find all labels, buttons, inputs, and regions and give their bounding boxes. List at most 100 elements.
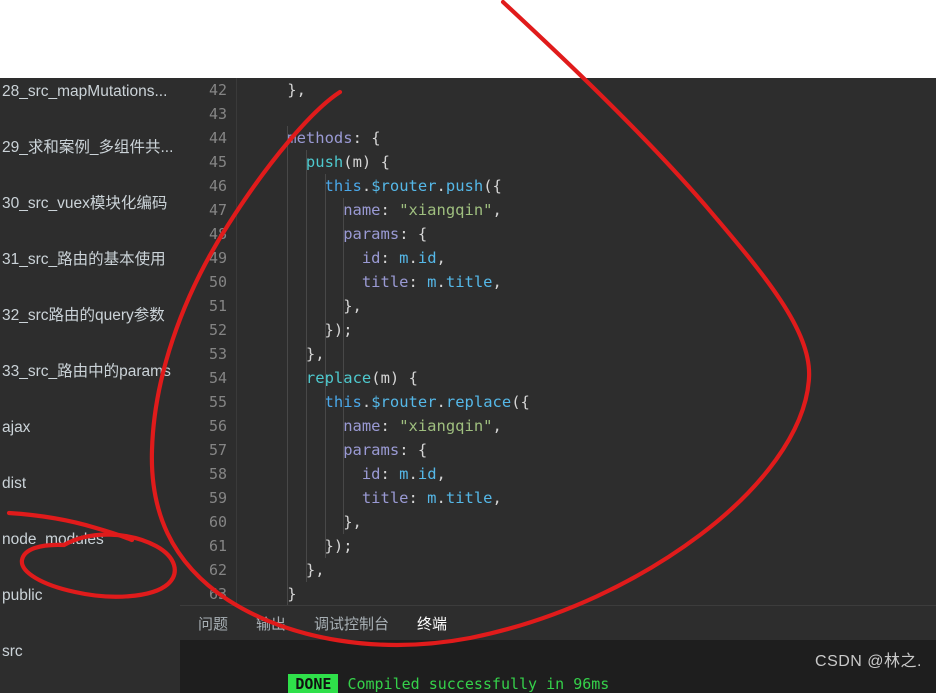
sidebar-item-32_src-query-[interactable]: 32_src路由的query参数	[0, 302, 180, 330]
code-token: replace	[445, 393, 512, 411]
indent-guide	[324, 174, 326, 558]
code-token: },	[343, 513, 362, 531]
sidebar-item-src[interactable]: src	[0, 638, 180, 666]
line-number: 56	[208, 417, 227, 435]
code-line[interactable]: },	[306, 558, 325, 582]
sidebar-item-node_modules[interactable]: node_modules	[0, 526, 180, 554]
panel-tab-bar[interactable]: 问题 输出 调试控制台 终端	[180, 606, 936, 640]
code-token: ) {	[361, 153, 390, 171]
code-token: .	[361, 177, 372, 195]
sidebar-item-29_-_-...[interactable]: 29_求和案例_多组件共...	[0, 134, 180, 162]
code-token: m	[427, 489, 437, 507]
sidebar-item-label: 33_src_路由中的params	[2, 363, 171, 380]
code-token: id	[417, 249, 437, 267]
sidebar-item-dist[interactable]: dist	[0, 470, 180, 498]
line-number: 46	[208, 177, 227, 195]
code-token: methods	[287, 129, 353, 147]
code-token: ,	[492, 201, 502, 219]
code-line[interactable]: });	[325, 534, 353, 558]
line-number: 43	[208, 105, 227, 123]
code-token: "xiangqin"	[399, 201, 493, 219]
code-token: title	[361, 489, 409, 507]
sidebar-item-33_src_-params[interactable]: 33_src_路由中的params	[0, 358, 180, 386]
code-token: params	[343, 441, 400, 459]
panel-tab-1[interactable]: 问题	[198, 613, 228, 634]
sidebar-item-30_src_vuex-[interactable]: 30_src_vuex模块化编码	[0, 190, 180, 218]
code-token: :	[408, 273, 428, 291]
code-line[interactable]: }	[287, 582, 296, 605]
line-number: 52	[208, 321, 227, 339]
line-number: 53	[208, 345, 227, 363]
code-line[interactable]: },	[287, 78, 306, 102]
code-line[interactable]: },	[343, 510, 362, 534]
line-number: 54	[208, 369, 227, 387]
code-line[interactable]: name: "xiangqin",	[343, 414, 502, 438]
code-line[interactable]: });	[325, 318, 353, 342]
code-line[interactable]: name: "xiangqin",	[343, 198, 502, 222]
sidebar-item-ajax[interactable]: ajax	[0, 414, 180, 442]
line-number: 60	[208, 513, 227, 531]
line-number: 63	[208, 585, 227, 603]
code-token: },	[287, 81, 306, 99]
line-number: 48	[208, 225, 227, 243]
code-token: this	[324, 177, 362, 195]
sidebar-item-label: dist	[2, 475, 27, 492]
code-line[interactable]: this.$router.replace({	[325, 390, 530, 414]
code-line[interactable]: id: m.id,	[362, 462, 446, 486]
explorer-sidebar[interactable]: 28_src_mapMutations... 29_求和案例_多组件共... 30_…	[0, 78, 180, 693]
panel-tab-3[interactable]: 调试控制台	[314, 613, 389, 634]
code-line[interactable]: this.$router.push({	[325, 174, 502, 198]
code-token: title	[361, 273, 409, 291]
code-line[interactable]: },	[343, 294, 362, 318]
code-token: ,	[492, 417, 502, 435]
code-line[interactable]: methods: {	[287, 126, 380, 150]
line-number: 59	[208, 489, 227, 507]
code-token: $router	[371, 393, 437, 411]
sidebar-item-label: src	[2, 643, 23, 660]
sidebar-item-label: 29_求和案例_多组件共...	[2, 139, 174, 156]
code-token: : {	[352, 129, 381, 147]
code-token: replace	[305, 369, 372, 387]
code-token: id	[361, 249, 381, 267]
terminal-output[interactable]: DONECompiled successfully in 96ms App ru…	[180, 640, 936, 693]
code-token: },	[343, 297, 362, 315]
line-number: 61	[208, 537, 227, 555]
panel-tab-4[interactable]: 终端	[417, 613, 447, 634]
terminal-status-line: DONE Compiled successfully in 96ms	[198, 648, 936, 693]
sidebar-item-label: 30_src_vuex模块化编码	[2, 195, 168, 212]
sidebar-item-public[interactable]: public	[0, 582, 180, 610]
sidebar-item-31_src_-[interactable]: 31_src_路由的基本使用	[0, 246, 180, 274]
line-number: 57	[208, 441, 227, 459]
line-number-gutter: 42 43 44 45 46 47 48 49 50 51 52 53 54 55 56 57 58 59 60 61…	[180, 78, 236, 605]
code-token: name	[343, 417, 381, 435]
code-token: :	[380, 201, 400, 219]
code-line[interactable]: replace(m) {	[306, 366, 418, 390]
code-line[interactable]: id: m.id,	[362, 246, 446, 270]
panel-tab-2[interactable]: 输出	[256, 613, 286, 634]
sidebar-item-label: 31_src_路由的基本使用	[2, 251, 166, 268]
sidebar-item-28_src_mapmutations...[interactable]: 28_src_mapMutations...	[0, 78, 180, 106]
code-editor[interactable]: 42 43 44 45 46 47 48 49 50 51 52 53 54 55 56 57 58 59 60 61…	[180, 78, 936, 605]
code-token: m	[352, 153, 362, 171]
white-top-band	[0, 0, 936, 78]
code-token: (	[371, 369, 381, 387]
line-number: 51	[208, 297, 227, 315]
sidebar-item-label: node_modules	[2, 531, 104, 548]
code-line[interactable]: push(m) {	[306, 150, 390, 174]
sidebar-item-label: ajax	[2, 419, 31, 436]
code-token: },	[305, 345, 325, 363]
code-token: id	[417, 465, 437, 483]
fold-border	[236, 78, 237, 605]
code-token: .	[436, 273, 446, 291]
code-text-area[interactable]: }, methods: {push(m) {this.$router.push({…	[236, 78, 936, 605]
code-token: .	[436, 393, 446, 411]
code-line[interactable]: params: {	[343, 222, 427, 246]
code-token: : {	[399, 441, 428, 459]
code-line[interactable]: params: {	[343, 438, 427, 462]
code-line[interactable]: },	[306, 342, 325, 366]
code-token: });	[324, 537, 353, 555]
code-token: ({	[511, 393, 530, 411]
code-line[interactable]: title: m.title,	[362, 486, 502, 510]
indent-guide	[343, 198, 345, 534]
code-line[interactable]: title: m.title,	[362, 270, 502, 294]
